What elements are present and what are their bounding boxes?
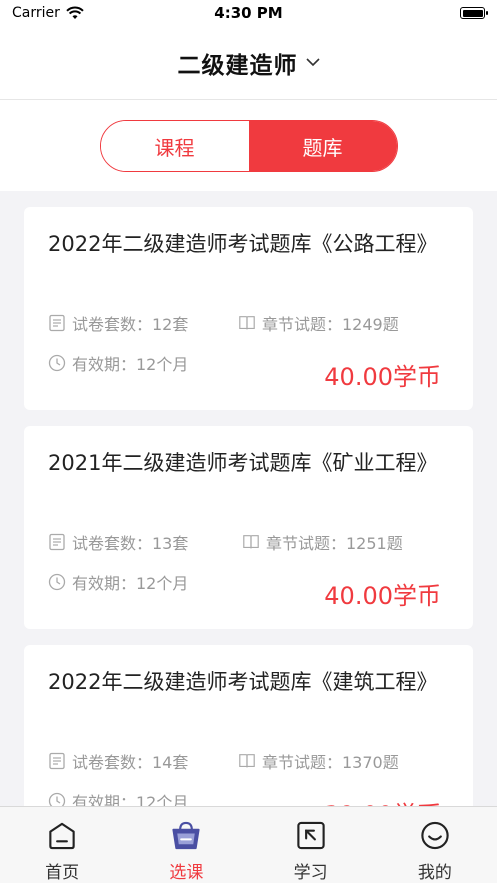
clock-icon	[48, 573, 66, 591]
page-title: 二级建造师	[177, 52, 298, 79]
tab-home[interactable]: 首页	[0, 807, 124, 883]
tab-bar: 首页 选课 学习 我的	[0, 806, 497, 883]
papers-meta: 试卷套数：14套	[48, 749, 188, 773]
segmented-control: 课程 题库	[99, 120, 398, 172]
book-icon	[242, 533, 260, 551]
nav-header: 二级建造师	[0, 26, 497, 100]
tab-label: 我的	[417, 863, 452, 883]
status-left: Carrier	[12, 5, 84, 21]
tab-study[interactable]: 学习	[249, 807, 373, 883]
tab-label: 首页	[45, 863, 80, 883]
question-bank-card[interactable]: 2022年二级建造师考试题库《公路工程》 试卷套数：12套 章节试题：1249题…	[24, 207, 473, 410]
tab-course[interactable]: 课程	[100, 121, 249, 171]
home-icon	[49, 822, 75, 850]
papers-meta: 试卷套数：13套	[48, 530, 188, 554]
book-icon	[238, 752, 256, 770]
card-title: 2022年二级建造师考试题库《公路工程》	[48, 232, 438, 256]
carrier-label: Carrier	[12, 5, 60, 21]
price-label: 40.00学币	[324, 363, 441, 391]
validity-text: 有效期：12个月	[72, 574, 189, 593]
basket-icon	[172, 821, 200, 850]
tab-label: 学习	[293, 863, 328, 883]
chapters-meta: 章节试题：1370题	[238, 749, 399, 773]
question-bank-card[interactable]: 2021年二级建造师考试题库《矿业工程》 试卷套数：13套 章节试题：1251题…	[24, 426, 473, 629]
chapters-meta: 章节试题：1249题	[238, 311, 399, 335]
chevron-down-icon	[305, 57, 320, 66]
segment-wrap: 课程 题库	[0, 101, 497, 191]
profile-icon	[421, 821, 449, 850]
document-icon	[48, 533, 66, 551]
card-title: 2022年二级建造师考试题库《建筑工程》	[48, 670, 438, 694]
clock-icon	[48, 354, 66, 372]
validity-text: 有效期：12个月	[72, 793, 189, 806]
price-label: 40.00学币	[324, 582, 441, 610]
document-icon	[48, 752, 66, 770]
validity-meta: 有效期：12个月	[48, 570, 188, 594]
chapters-count: 章节试题：1251题	[266, 534, 403, 553]
papers-count: 试卷套数：12套	[72, 315, 189, 334]
price-label: 39.00学币	[324, 795, 441, 806]
wifi-icon	[66, 6, 84, 19]
study-icon	[296, 821, 325, 850]
book-icon	[238, 314, 256, 332]
question-bank-list: 2022年二级建造师考试题库《公路工程》 试卷套数：12套 章节试题：1249题…	[0, 191, 497, 806]
tab-profile[interactable]: 我的	[373, 807, 497, 883]
tab-label: 选课	[169, 863, 204, 883]
chapters-count: 章节试题：1249题	[262, 315, 399, 334]
papers-count: 试卷套数：14套	[72, 753, 189, 772]
category-picker[interactable]: 二级建造师	[178, 46, 320, 80]
chapters-meta: 章节试题：1251题	[242, 530, 403, 554]
validity-meta: 有效期：12个月	[48, 351, 188, 375]
papers-count: 试卷套数：13套	[72, 534, 189, 553]
battery-icon	[460, 7, 488, 19]
clock-icon	[48, 792, 66, 806]
document-icon	[48, 314, 66, 332]
papers-meta: 试卷套数：12套	[48, 311, 188, 335]
chapters-count: 章节试题：1370题	[262, 753, 399, 772]
tab-question-bank[interactable]: 题库	[248, 121, 397, 171]
tab-course-select[interactable]: 选课	[124, 807, 248, 883]
status-bar: Carrier 4:30 PM	[0, 0, 497, 26]
validity-meta: 有效期：12个月	[48, 789, 188, 806]
question-bank-card[interactable]: 2022年二级建造师考试题库《建筑工程》 试卷套数：14套 章节试题：1370题…	[24, 645, 473, 806]
card-title: 2021年二级建造师考试题库《矿业工程》	[48, 451, 438, 475]
validity-text: 有效期：12个月	[72, 355, 189, 374]
